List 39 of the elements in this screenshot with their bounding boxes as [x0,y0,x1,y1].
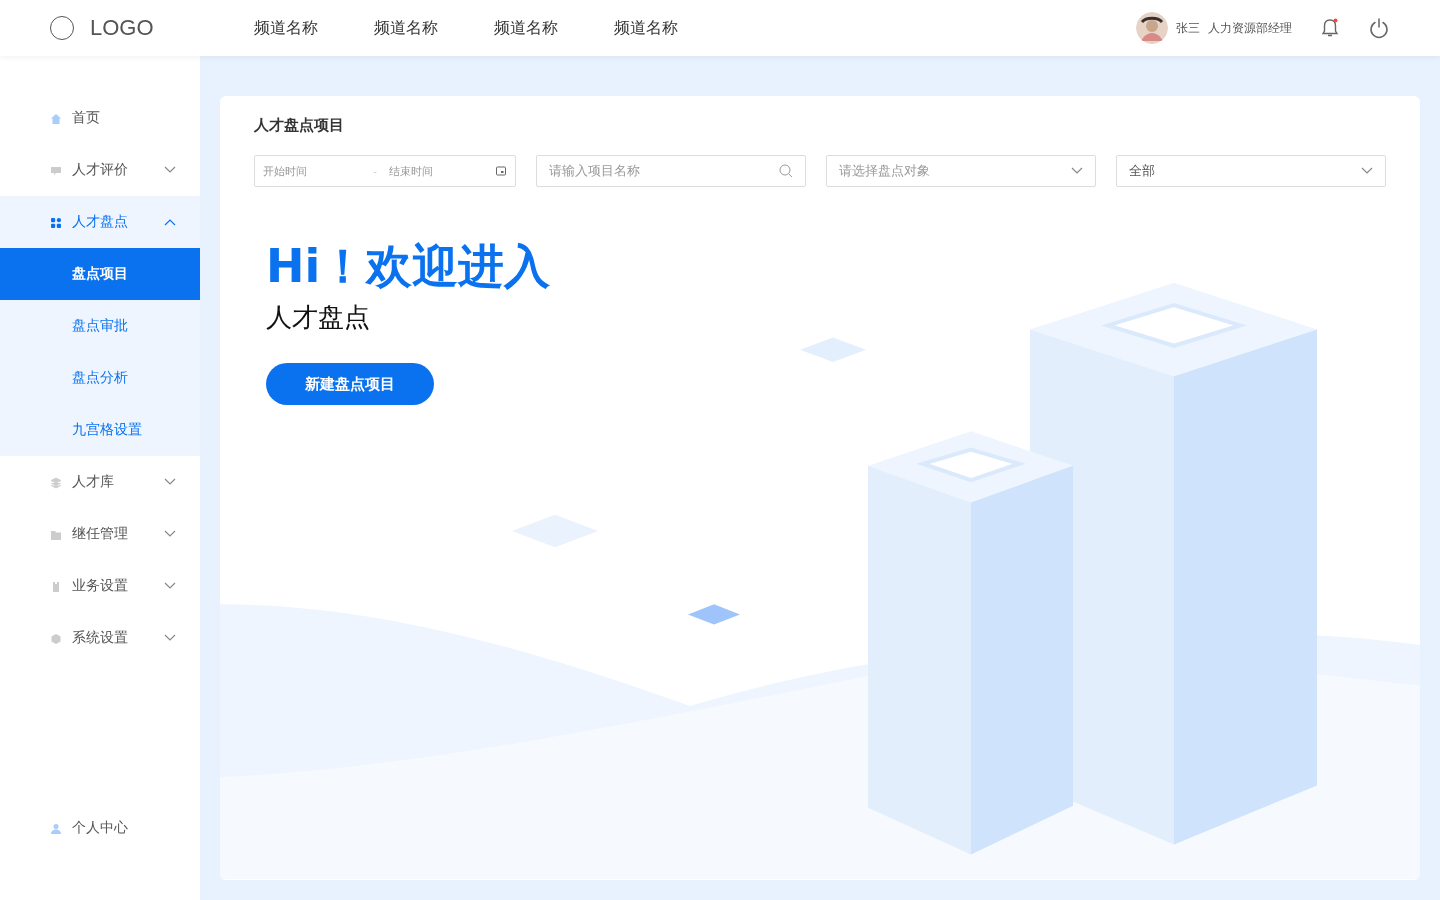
new-project-button[interactable]: 新建盘点项目 [266,363,434,406]
sidebar-item[interactable]: 系统设置 [0,612,200,664]
menu-icon [50,216,62,228]
nav-link[interactable]: 频道名称 [494,13,558,43]
welcome-subheading: 人才盘点 [266,301,370,335]
menu-icon [50,476,62,488]
page-title: 人才盘点项目 [254,116,345,135]
welcome-heading: Hi！欢迎进入 [266,239,551,295]
submenu-item[interactable]: 九宫格设置 [0,404,200,456]
notification-bell-icon[interactable] [1319,17,1341,39]
menu-icon [50,632,62,644]
sidebar-item[interactable]: 业务设置 [0,560,200,612]
menu-icon [50,528,62,540]
logo-text: LOGO [90,15,154,41]
avatar-icon[interactable] [1136,12,1168,44]
chevron-down-icon [1071,167,1083,175]
status-select[interactable]: 全部 [1116,155,1386,187]
user-role: 人力资源部经理 [1208,19,1292,37]
user-name: 张三 [1176,19,1200,37]
power-icon[interactable] [1368,17,1390,39]
submenu-item[interactable]: 盘点审批 [0,300,200,352]
search-icon [779,164,793,178]
submenu-item[interactable]: 盘点分析 [0,352,200,404]
menu-icon [50,164,62,176]
personal-center-item[interactable]: 个人中心 [0,802,200,854]
nav-link[interactable]: 频道名称 [614,13,678,43]
sidebar-item[interactable]: 人才盘点 [0,196,200,248]
submenu-item[interactable]: 盘点项目 [0,248,200,300]
sidebar-item[interactable]: 首页 [0,92,200,144]
nav-link[interactable]: 频道名称 [254,13,318,43]
sidebar-item[interactable]: 人才库 [0,456,200,508]
calendar-icon [495,165,507,177]
chevron-down-icon [1361,167,1373,175]
sidebar-item[interactable]: 人才评价 [0,144,200,196]
menu-icon [50,580,62,592]
sidebar-item[interactable]: 继任管理 [0,508,200,560]
person-icon [50,822,62,834]
menu-icon [50,112,62,124]
nav-link[interactable]: 频道名称 [374,13,438,43]
